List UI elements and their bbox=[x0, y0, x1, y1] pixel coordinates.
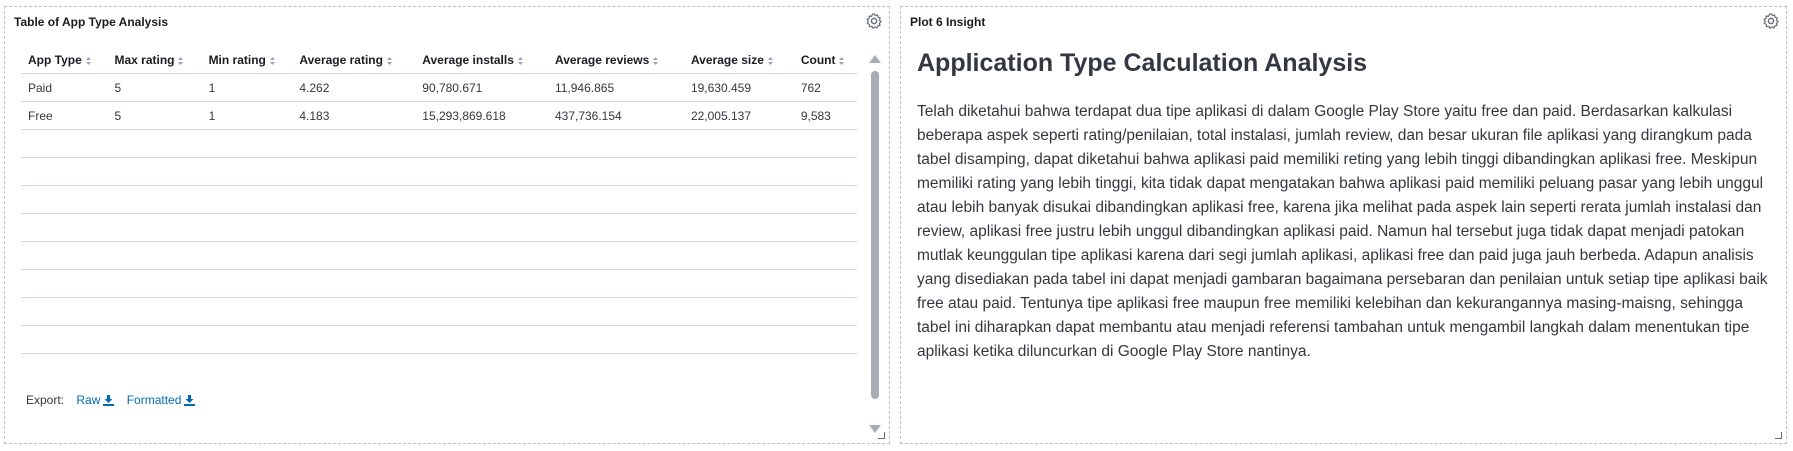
export-formatted-link[interactable]: Formatted bbox=[127, 393, 196, 407]
table-row: Free 5 1 4.183 15,293,869.618 437,736.15… bbox=[21, 101, 857, 130]
empty-table-row bbox=[21, 157, 857, 186]
empty-table-row bbox=[21, 269, 857, 298]
table-cell: Paid bbox=[21, 73, 108, 102]
sort-icon[interactable] bbox=[85, 56, 92, 66]
table-cell: 9,583 bbox=[793, 101, 857, 130]
table-cell: 19,630.459 bbox=[683, 73, 794, 102]
table-cell: 1 bbox=[201, 73, 293, 102]
insight-panel: Plot 6 Insight Application Type Calculat… bbox=[900, 6, 1787, 444]
empty-table-row bbox=[21, 325, 857, 354]
sort-icon[interactable] bbox=[177, 56, 184, 66]
sort-icon[interactable] bbox=[517, 56, 524, 66]
column-header[interactable]: Max rating bbox=[107, 47, 202, 74]
table-cell: 5 bbox=[107, 101, 202, 130]
app-type-table: App Type Max rating Min rating Average r… bbox=[21, 47, 857, 354]
gear-icon[interactable] bbox=[865, 12, 883, 30]
gear-icon[interactable] bbox=[1762, 12, 1780, 30]
table-cell: 11,946.865 bbox=[547, 73, 684, 102]
download-icon bbox=[184, 395, 196, 407]
download-icon bbox=[103, 395, 115, 407]
markdown-content: Application Type Calculation Analysis Te… bbox=[917, 49, 1775, 364]
column-header[interactable]: Count bbox=[793, 47, 857, 74]
scroll-up-arrow-icon[interactable] bbox=[869, 55, 881, 63]
insight-paragraph: Telah diketahui bahwa terdapat dua tipe … bbox=[917, 103, 1768, 360]
sort-icon[interactable] bbox=[767, 56, 774, 66]
column-header[interactable]: Average rating bbox=[292, 47, 416, 74]
empty-table-row bbox=[21, 129, 857, 158]
column-header[interactable]: Average size bbox=[683, 47, 794, 74]
panel-title: Plot 6 Insight bbox=[910, 15, 986, 29]
resize-handle-icon[interactable] bbox=[1775, 432, 1782, 439]
table-panel: Table of App Type Analysis App Type Max … bbox=[4, 6, 890, 444]
table-cell: Free bbox=[21, 101, 108, 130]
table-cell: 4.183 bbox=[292, 101, 416, 130]
scrollbar-thumb[interactable] bbox=[871, 71, 879, 399]
sort-icon[interactable] bbox=[838, 56, 845, 66]
sort-icon[interactable] bbox=[269, 56, 276, 66]
sort-icon[interactable] bbox=[386, 56, 393, 66]
column-header[interactable]: App Type bbox=[21, 47, 108, 74]
empty-table-row bbox=[21, 241, 857, 270]
table-cell: 4.262 bbox=[292, 73, 416, 102]
table-cell: 15,293,869.618 bbox=[415, 101, 548, 130]
column-header[interactable]: Min rating bbox=[201, 47, 293, 74]
export-bar: Export: Raw Formatted bbox=[26, 393, 196, 407]
column-header[interactable]: Average installs bbox=[415, 47, 548, 74]
table-cell: 90,780.671 bbox=[415, 73, 548, 102]
export-raw-link[interactable]: Raw bbox=[76, 393, 115, 407]
table-cell: 1 bbox=[201, 101, 293, 130]
insight-heading: Application Type Calculation Analysis bbox=[917, 49, 1368, 77]
resize-handle-icon[interactable] bbox=[878, 432, 885, 439]
scrollbar[interactable] bbox=[869, 55, 881, 435]
export-label: Export: bbox=[26, 393, 65, 407]
sort-icon[interactable] bbox=[652, 56, 659, 66]
table-cell: 762 bbox=[793, 73, 857, 102]
table-row: Paid 5 1 4.262 90,780.671 11,946.865 19,… bbox=[21, 73, 857, 102]
table-header-row: App Type Max rating Min rating Average r… bbox=[21, 47, 857, 74]
table-cell: 5 bbox=[107, 73, 202, 102]
panel-title: Table of App Type Analysis bbox=[14, 15, 169, 29]
empty-table-row bbox=[21, 185, 857, 214]
empty-table-row bbox=[21, 297, 857, 326]
table-cell: 437,736.154 bbox=[547, 101, 684, 130]
table-cell: 22,005.137 bbox=[683, 101, 794, 130]
empty-table-row bbox=[21, 213, 857, 242]
column-header[interactable]: Average reviews bbox=[547, 47, 684, 74]
